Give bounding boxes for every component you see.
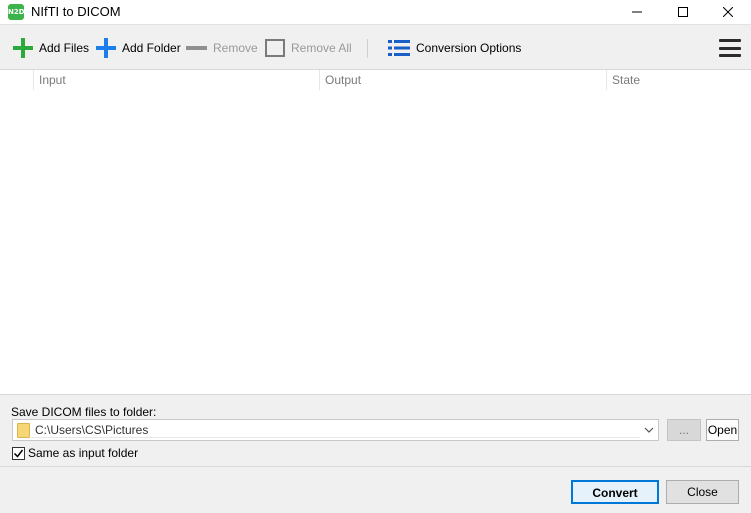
column-state[interactable]: State <box>606 70 751 90</box>
convert-button[interactable]: Convert <box>571 480 659 504</box>
close-icon <box>723 7 733 17</box>
same-as-input-label: Same as input folder <box>28 446 139 460</box>
plus-icon <box>96 38 116 58</box>
footer-divider <box>0 466 751 467</box>
save-folder-label: Save DICOM files to folder: <box>11 405 157 419</box>
plus-icon <box>13 38 33 58</box>
folder-icon <box>17 423 30 438</box>
close-button[interactable]: Close <box>666 480 739 504</box>
add-folder-button[interactable]: Add Folder <box>96 37 181 59</box>
minimize-icon <box>632 11 642 13</box>
conversion-options-button[interactable]: Conversion Options <box>388 37 521 59</box>
conversion-options-label: Conversion Options <box>416 41 522 55</box>
list-icon <box>388 40 410 56</box>
remove-button[interactable]: Remove <box>186 37 258 59</box>
close-window-button[interactable] <box>705 0 751 24</box>
maximize-icon <box>678 7 688 17</box>
same-as-input-row[interactable]: Same as input folder <box>12 446 138 460</box>
minimize-button[interactable] <box>614 0 660 24</box>
column-output[interactable]: Output <box>319 70 606 90</box>
file-list[interactable] <box>0 90 751 394</box>
remove-label: Remove <box>213 41 258 55</box>
hamburger-icon[interactable] <box>719 39 741 57</box>
browse-button[interactable]: ... <box>667 419 701 441</box>
checkmark-icon <box>13 449 24 458</box>
file-list-header: Input Output State <box>0 70 751 90</box>
path-underline <box>31 437 640 438</box>
add-folder-label: Add Folder <box>122 41 181 55</box>
output-panel: Save DICOM files to folder: C:\Users\CS\… <box>0 394 751 513</box>
window-title: NIfTI to DICOM <box>31 4 121 19</box>
toolbar-separator <box>367 39 368 58</box>
maximize-button[interactable] <box>660 0 706 24</box>
same-as-input-checkbox[interactable] <box>12 446 25 460</box>
app-icon: N2D <box>8 4 25 20</box>
square-icon <box>265 39 285 57</box>
open-folder-button[interactable]: Open <box>706 419 739 441</box>
chevron-down-icon[interactable] <box>644 425 654 435</box>
remove-all-label: Remove All <box>291 41 352 55</box>
column-input[interactable]: Input <box>33 70 319 90</box>
minus-icon <box>186 46 207 50</box>
output-folder-path: C:\Users\CS\Pictures <box>35 423 149 437</box>
title-bar: N2D NIfTI to DICOM <box>0 0 751 24</box>
remove-all-button[interactable]: Remove All <box>265 37 352 59</box>
add-files-label: Add Files <box>39 41 90 55</box>
output-folder-combobox[interactable]: C:\Users\CS\Pictures <box>12 419 659 441</box>
add-files-button[interactable]: Add Files <box>13 37 89 59</box>
toolbar: Add Files Add Folder Remove Remove All C… <box>0 24 751 70</box>
